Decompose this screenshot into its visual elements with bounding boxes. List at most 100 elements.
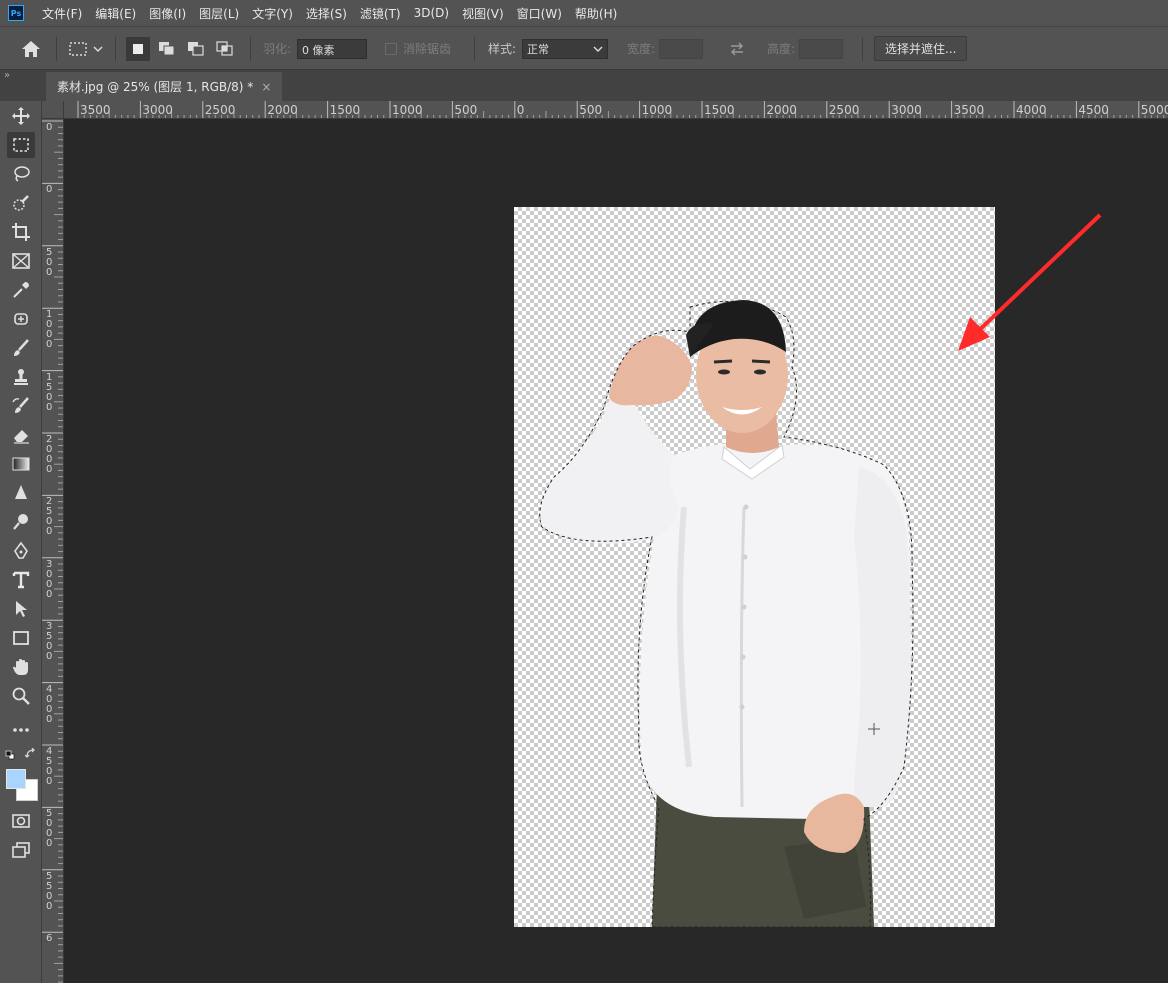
annotation-arrow (958, 213, 1102, 351)
horizontal-ruler[interactable]: 3500 3000 2500 2000 1500 1000 500 0 500 1000 1500 2… (64, 101, 1168, 119)
add-selection-icon (159, 41, 175, 55)
chevron-down-icon (593, 46, 603, 52)
path-selection-tool-icon[interactable] (7, 596, 35, 622)
panel-collapse-icon[interactable]: » (4, 70, 10, 81)
chevron-down-icon (93, 46, 103, 52)
ruler-label: 500 (579, 103, 603, 117)
clone-stamp-tool-icon[interactable] (7, 364, 35, 390)
ruler-label: 3500 (80, 103, 111, 117)
style-value: 正常 (527, 42, 550, 56)
photoshop-logo: Ps (8, 5, 24, 21)
intersect-selection-icon (216, 40, 233, 56)
blur-tool-icon[interactable] (7, 480, 35, 506)
style-label: 样式: (488, 42, 517, 56)
frame-tool-icon[interactable] (7, 248, 35, 274)
marquee-preset-picker[interactable] (68, 27, 104, 70)
height-label: 高度: (767, 42, 796, 56)
ruler-label: 1000 (641, 103, 673, 117)
crop-tool-icon[interactable] (7, 219, 35, 245)
pen-tool-icon[interactable] (7, 538, 35, 564)
history-brush-tool-icon[interactable] (7, 393, 35, 419)
healing-brush-tool-icon[interactable] (7, 306, 35, 332)
divider (250, 37, 251, 61)
feather-label: 羽化: (263, 42, 292, 56)
swap-dimensions-icon[interactable] (728, 27, 746, 70)
rectangle-tool-icon[interactable] (7, 625, 35, 651)
quick-mask-icon[interactable] (7, 808, 35, 834)
ruler-label: 2500 (204, 103, 236, 117)
foreground-color-swatch[interactable] (6, 769, 26, 789)
feather-input[interactable]: 0 像素 (297, 38, 368, 59)
eraser-tool-icon[interactable] (7, 422, 35, 448)
ruler-label: 3000 (891, 103, 922, 117)
menu-select[interactable]: 选择(S) (306, 5, 347, 22)
home-icon[interactable] (20, 27, 42, 70)
new-selection-button[interactable] (126, 27, 150, 70)
document-tab-bar: » 素材.jpg @ 25% (图层 1, RGB/8) * × (0, 70, 1168, 101)
quick-select-tool-icon[interactable] (7, 190, 35, 216)
select-and-mask-button[interactable]: 选择并遮住... (874, 36, 968, 61)
ruler-label: 3000 (142, 103, 173, 117)
divider (474, 37, 475, 61)
default-colors-icon[interactable] (5, 749, 15, 760)
canvas-area[interactable] (64, 119, 1168, 983)
divider (56, 37, 57, 61)
menu-help[interactable]: 帮助(H) (575, 5, 617, 22)
ruler-label: 1500 (329, 103, 361, 117)
hand-tool-icon[interactable] (7, 654, 35, 680)
ruler-label: 4000 (1016, 103, 1047, 117)
divider (862, 37, 863, 61)
menu-edit[interactable]: 编辑(E) (95, 5, 136, 22)
divider (115, 37, 116, 61)
menu-image[interactable]: 图像(I) (149, 5, 186, 22)
dodge-tool-icon[interactable] (7, 509, 35, 535)
menu-view[interactable]: 视图(V) (462, 5, 504, 22)
menu-file[interactable]: 文件(F) (42, 5, 82, 22)
menu-window[interactable]: 窗口(W) (517, 5, 562, 22)
screen-mode-icon[interactable] (7, 837, 35, 863)
brush-tool-icon[interactable] (7, 335, 35, 361)
menu-layer[interactable]: 图层(L) (199, 5, 239, 22)
ruler-label: 1500 (704, 103, 735, 117)
menu-bar: Ps 文件(F) 编辑(E) 图像(I) 图层(L) 文字(Y) 选择(S) 滤… (0, 0, 1168, 26)
menu-3d[interactable]: 3D(D) (414, 6, 449, 20)
ruler-label: 5000 (1140, 103, 1168, 117)
gradient-tool-icon[interactable] (7, 451, 35, 477)
marquee-tool-icon[interactable] (7, 132, 35, 158)
ruler-origin[interactable] (42, 101, 64, 119)
ruler-label: 2000 (267, 103, 298, 117)
subtract-selection-icon (188, 41, 204, 56)
add-selection-button[interactable] (157, 27, 177, 70)
menu-type[interactable]: 文字(Y) (252, 5, 293, 22)
width-input[interactable] (659, 38, 704, 59)
document-tab[interactable]: 素材.jpg @ 25% (图层 1, RGB/8) * × (46, 72, 282, 101)
lasso-tool-icon[interactable] (7, 161, 35, 187)
more-tools-icon[interactable] (7, 717, 35, 743)
ruler-label: 3500 (953, 103, 985, 117)
move-tool-icon[interactable] (7, 103, 35, 129)
menu-filter[interactable]: 滤镜(T) (360, 5, 401, 22)
subject-person (539, 300, 914, 927)
ruler-label: 500 (454, 103, 478, 117)
antialias-checkbox[interactable] (385, 42, 397, 55)
close-icon[interactable]: × (261, 80, 271, 94)
type-tool-icon[interactable] (7, 567, 35, 593)
vertical-ruler[interactable]: 0050010001500200025003000350040004500500… (42, 119, 64, 983)
rect-marquee-icon (69, 41, 87, 56)
width-label: 宽度: (627, 42, 656, 56)
swap-colors-icon[interactable] (24, 747, 37, 760)
new-selection-icon (133, 43, 143, 54)
eyedropper-tool-icon[interactable] (7, 277, 35, 303)
document-canvas[interactable] (514, 207, 995, 927)
ruler-label: 4500 (1078, 103, 1109, 117)
style-select[interactable]: 正常 (522, 38, 609, 59)
document-tab-title: 素材.jpg @ 25% (图层 1, RGB/8) * (57, 80, 254, 94)
subtract-selection-button[interactable] (186, 27, 206, 70)
antialias-label: 消除锯齿 (403, 42, 452, 56)
options-bar: 羽化: 0 像素 消除锯齿 样式: 正常 宽度: 高度: 选择并遮住... (0, 26, 1168, 70)
ruler-label: 2500 (828, 103, 860, 117)
intersect-selection-button[interactable] (215, 27, 235, 70)
height-input[interactable] (799, 38, 844, 59)
tools-panel (0, 101, 42, 983)
zoom-tool-icon[interactable] (7, 683, 35, 709)
